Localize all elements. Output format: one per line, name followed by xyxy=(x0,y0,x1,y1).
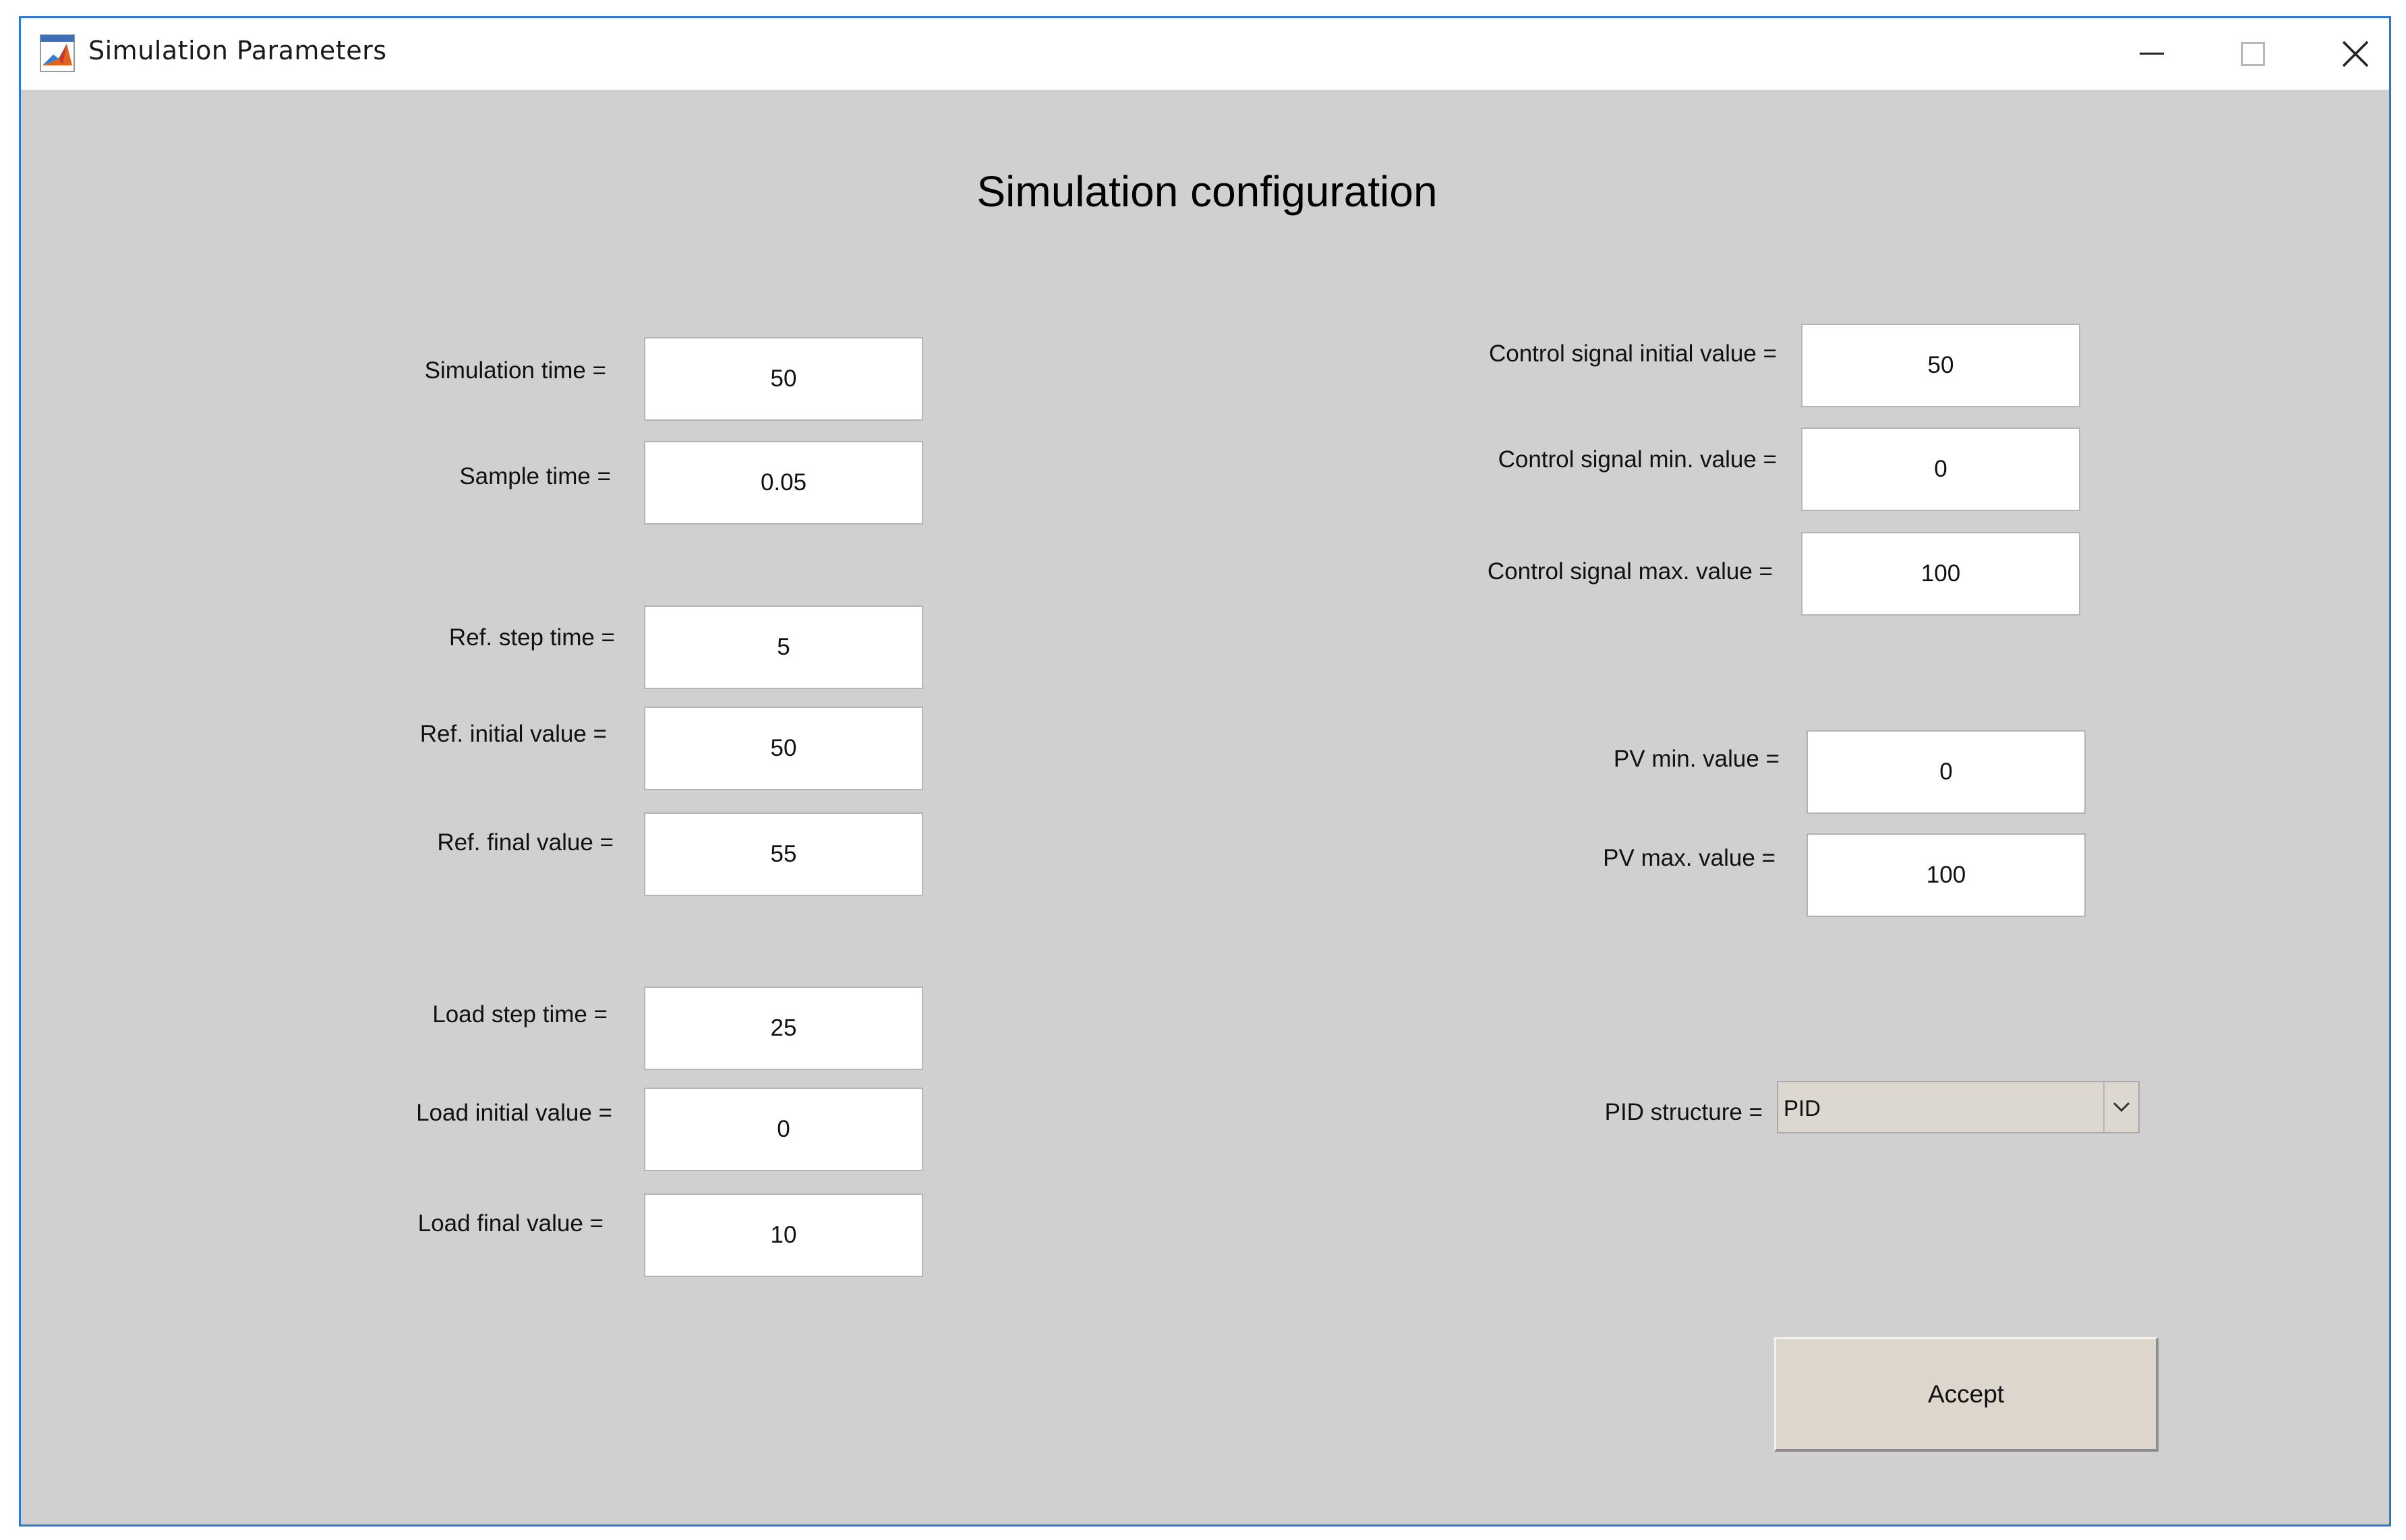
simulation-time-label: Simulation time = xyxy=(424,357,606,384)
pv-min-label: PV min. value = xyxy=(1613,746,1780,772)
load-initial-value-label: Load initial value = xyxy=(416,1100,612,1126)
load-initial-value-field[interactable] xyxy=(644,1088,923,1171)
pid-structure-dropdown[interactable]: PID xyxy=(1777,1081,2140,1133)
accept-button[interactable]: Accept xyxy=(1774,1337,2159,1452)
control-signal-min-label: Control signal min. value = xyxy=(1498,446,1777,473)
control-signal-min-field[interactable] xyxy=(1801,427,2080,511)
ref-initial-value-label: Ref. initial value = xyxy=(419,721,607,747)
load-final-value-label: Load final value = xyxy=(417,1210,604,1237)
minimize-button[interactable] xyxy=(2105,28,2199,80)
pv-min-field[interactable] xyxy=(1807,730,2086,814)
load-final-value-field[interactable] xyxy=(644,1193,923,1277)
ref-final-value-field[interactable] xyxy=(644,812,923,896)
page-title: Simulation configuration xyxy=(976,167,1438,216)
sample-time-field[interactable] xyxy=(644,441,923,525)
ref-step-time-field[interactable] xyxy=(644,605,923,689)
close-icon xyxy=(2342,40,2369,67)
simulation-parameters-window: Simulation Parameters Simulation configu… xyxy=(19,16,2391,1527)
minimize-icon xyxy=(2140,53,2164,55)
pv-max-label: PV max. value = xyxy=(1603,845,1776,871)
ref-final-value-label: Ref. final value = xyxy=(437,829,614,856)
pv-max-field[interactable] xyxy=(1807,833,2086,917)
title-bar: Simulation Parameters xyxy=(21,18,2389,90)
control-signal-initial-label: Control signal initial value = xyxy=(1488,340,1777,367)
simulation-time-field[interactable] xyxy=(644,337,923,421)
control-signal-max-label: Control signal max. value = xyxy=(1487,558,1773,585)
maximize-icon xyxy=(2241,42,2265,66)
chevron-down-icon[interactable] xyxy=(2103,1082,2138,1132)
ref-initial-value-field[interactable] xyxy=(644,707,923,790)
control-signal-initial-field[interactable] xyxy=(1801,324,2080,407)
load-step-time-label: Load step time = xyxy=(432,1001,608,1028)
ref-step-time-label: Ref. step time = xyxy=(448,624,615,651)
matlab-logo-icon xyxy=(40,34,75,72)
maximize-button[interactable] xyxy=(2206,28,2300,80)
control-signal-max-field[interactable] xyxy=(1801,532,2080,616)
pid-structure-label: PID structure = xyxy=(1604,1099,1763,1125)
close-button[interactable] xyxy=(2308,28,2403,80)
sample-time-label: Sample time = xyxy=(459,463,611,490)
window-title: Simulation Parameters xyxy=(88,36,387,65)
pid-structure-selected: PID xyxy=(1784,1096,1821,1121)
load-step-time-field[interactable] xyxy=(644,986,923,1070)
